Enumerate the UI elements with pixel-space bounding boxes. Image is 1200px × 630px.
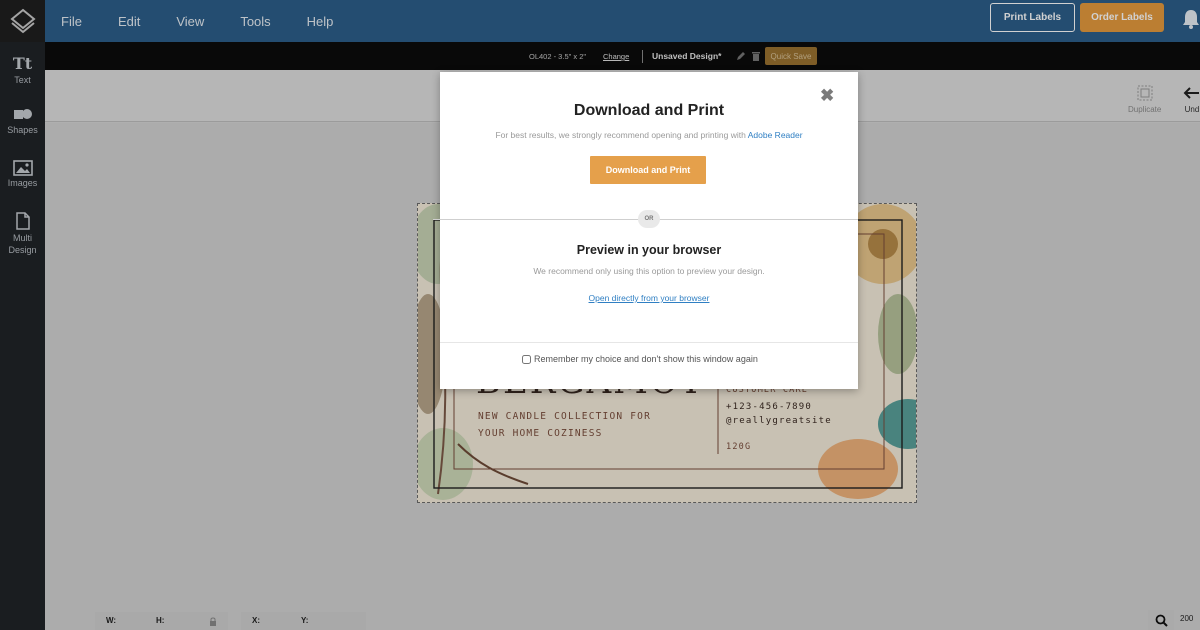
footer-divider xyxy=(440,342,858,343)
or-badge: OR xyxy=(638,210,660,228)
dialog-title: Download and Print xyxy=(573,102,725,119)
preview-title: Preview in your browser xyxy=(576,243,722,257)
download-print-dialog: ✖ Download and Print For best results, w… xyxy=(433,72,858,389)
remember-label: Remember my choice and don't show this w… xyxy=(534,354,758,364)
dialog-subtitle: For best results, we strongly recommend … xyxy=(440,130,858,140)
remember-choice[interactable]: Remember my choice and don't show this w… xyxy=(522,354,758,364)
open-in-browser-link[interactable]: Open directly from your browser xyxy=(440,293,858,303)
remember-checkbox[interactable] xyxy=(522,354,531,364)
dialog-subtitle-text: For best results, we strongly recommend … xyxy=(495,130,748,140)
preview-subtitle: We recommend only using this option to p… xyxy=(533,266,765,276)
download-and-print-button[interactable]: Download and Print xyxy=(590,156,706,184)
adobe-reader-link[interactable]: Adobe Reader xyxy=(748,130,803,140)
